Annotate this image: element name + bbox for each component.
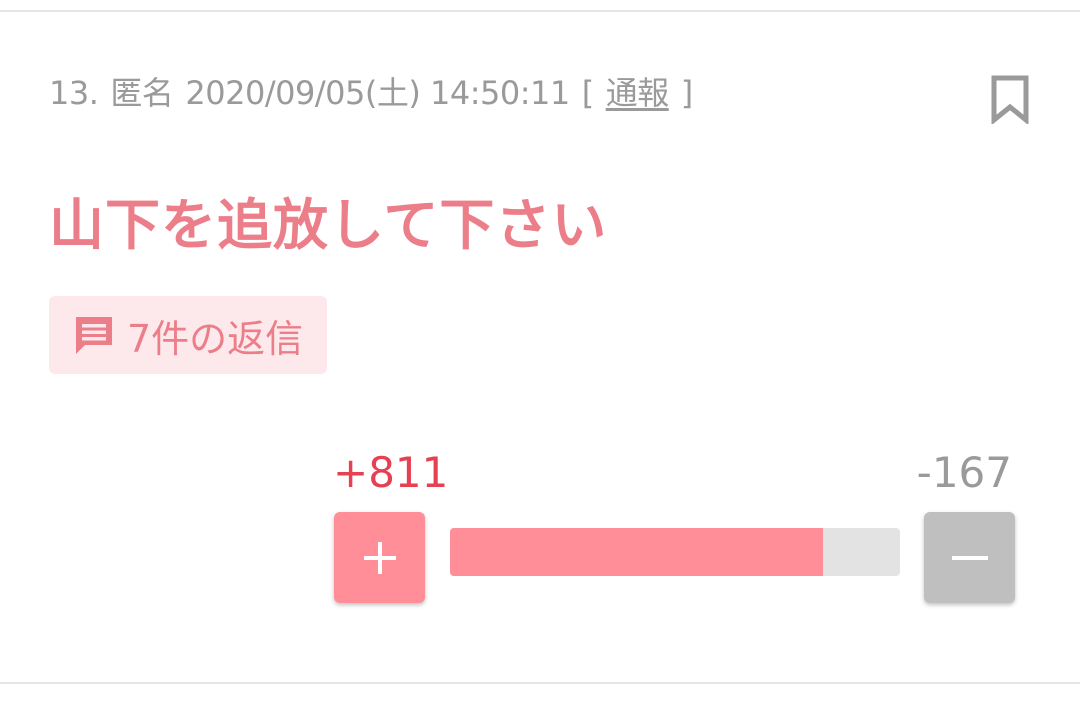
comment-card: 13. 匿名 2020/09/05(土) 14:50:11 [ 通報] 山下を追放して下… bbox=[0, 0, 1080, 720]
minus-count: -167 bbox=[916, 448, 1012, 497]
replies-button[interactable]: 7件の返信 bbox=[49, 296, 328, 374]
comment-datetime: 2020/09/05(土) 14:50:11 bbox=[185, 74, 570, 112]
comment-number: 13. bbox=[49, 74, 99, 112]
plus-button[interactable] bbox=[334, 512, 425, 603]
top-divider bbox=[0, 10, 1080, 12]
minus-button[interactable] bbox=[924, 512, 1015, 603]
comment-icon bbox=[73, 314, 115, 356]
report-label: 通報 bbox=[605, 74, 670, 112]
bottom-divider bbox=[0, 682, 1080, 684]
minus-icon bbox=[951, 555, 988, 560]
plus-count: +811 bbox=[333, 448, 449, 497]
comment-meta: 13. 匿名 2020/09/05(土) 14:50:11 [ 通報] bbox=[49, 68, 705, 114]
comment-text: 山下を追放して下さい bbox=[49, 193, 608, 257]
report-link[interactable]: [ 通報] bbox=[582, 74, 705, 112]
report-bracket-close: ] bbox=[680, 74, 693, 112]
plus-icon bbox=[363, 541, 396, 574]
vote-ratio-fill bbox=[450, 528, 824, 576]
vote-ratio-bar bbox=[450, 528, 900, 576]
comment-author: 匿名 bbox=[110, 74, 174, 112]
report-bracket-open: [ bbox=[581, 74, 594, 112]
bookmark-icon[interactable] bbox=[988, 74, 1032, 126]
replies-label: 7件の返信 bbox=[127, 316, 304, 361]
